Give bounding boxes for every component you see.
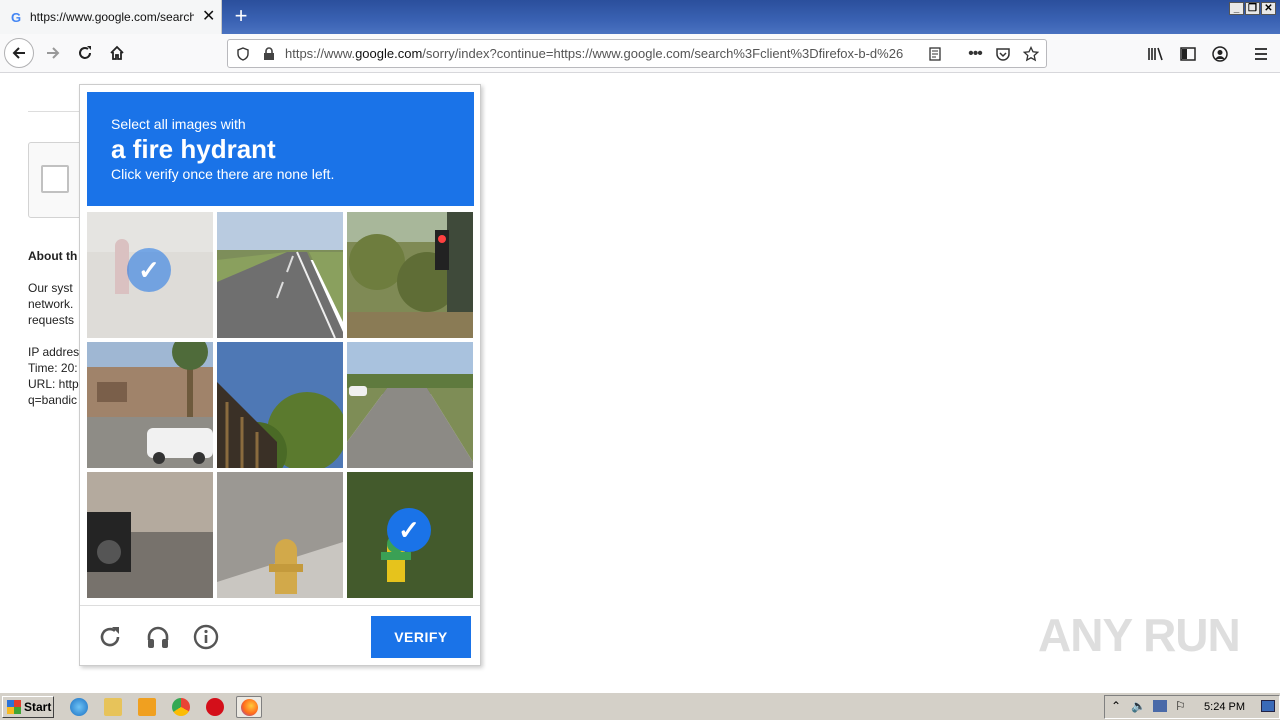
reload-challenge-icon[interactable] bbox=[96, 623, 124, 651]
url-text: https://www.google.com/sorry/index?conti… bbox=[285, 46, 904, 61]
page-actions-menu-icon[interactable]: ••• bbox=[966, 45, 984, 63]
window-controls: _ ❐ ✕ bbox=[1229, 2, 1276, 15]
start-label: Start bbox=[24, 700, 52, 714]
network-icon[interactable] bbox=[1153, 700, 1167, 712]
forward-button[interactable] bbox=[38, 38, 68, 68]
system-tray: ⌃ 🔈 ⚐ 5:24 PM bbox=[1104, 695, 1280, 719]
start-button[interactable]: Start bbox=[2, 696, 54, 718]
restore-button[interactable]: ❐ bbox=[1245, 2, 1260, 15]
hamburger-menu-icon[interactable] bbox=[1251, 44, 1271, 64]
minimize-button[interactable]: _ bbox=[1229, 2, 1244, 15]
challenge-instructions: Select all images with a fire hydrant Cl… bbox=[87, 92, 474, 206]
request-details: IP addres Time: 20: URL: http q=bandic bbox=[28, 345, 80, 407]
browser-tab[interactable]: G https://www.google.com/search?c ✕ bbox=[0, 0, 222, 34]
image-tile[interactable] bbox=[87, 472, 213, 598]
image-grid: ✓ ✓ bbox=[87, 212, 474, 599]
taskbar-clock[interactable]: 5:24 PM bbox=[1204, 701, 1245, 713]
image-tile[interactable] bbox=[87, 342, 213, 468]
firefox-taskbar-button[interactable] bbox=[236, 696, 262, 718]
reload-button[interactable] bbox=[70, 38, 100, 68]
home-icon bbox=[110, 45, 124, 60]
internet-explorer-icon[interactable] bbox=[70, 698, 88, 716]
image-tile[interactable] bbox=[347, 342, 473, 468]
media-player-icon[interactable] bbox=[138, 698, 156, 716]
target-object-label: a fire hydrant bbox=[111, 134, 276, 164]
image-tile[interactable] bbox=[217, 342, 343, 468]
tab-close-icon[interactable]: ✕ bbox=[202, 9, 215, 25]
home-button[interactable] bbox=[102, 38, 132, 68]
volume-icon[interactable]: 🔈 bbox=[1131, 699, 1146, 713]
show-desktop-icon[interactable] bbox=[1261, 700, 1275, 712]
windows-taskbar: Start ⌃ 🔈 ⚐ 5:24 PM bbox=[0, 692, 1280, 720]
browser-tabstrip: G https://www.google.com/search?c ✕ + _ … bbox=[0, 0, 1280, 34]
about-paragraph: Our syst network. requests bbox=[28, 281, 75, 327]
account-icon[interactable] bbox=[1210, 44, 1230, 64]
about-heading: About th bbox=[28, 249, 78, 263]
bookmark-star-icon[interactable] bbox=[1022, 45, 1040, 63]
file-explorer-icon[interactable] bbox=[104, 698, 122, 716]
reload-icon bbox=[79, 46, 91, 59]
audio-headphones-icon[interactable] bbox=[144, 623, 172, 651]
lock-icon[interactable] bbox=[260, 45, 278, 63]
selected-check-icon: ✓ bbox=[127, 248, 171, 292]
address-bar[interactable]: https://www.google.com/sorry/index?conti… bbox=[227, 39, 1047, 68]
anyrun-watermark-logo: ANY RUN bbox=[1038, 609, 1241, 661]
image-tile[interactable] bbox=[347, 212, 473, 338]
tracking-protection-shield-icon[interactable] bbox=[234, 45, 252, 63]
info-icon[interactable] bbox=[192, 623, 220, 651]
chrome-icon[interactable] bbox=[172, 698, 190, 716]
google-favicon-icon: G bbox=[10, 9, 22, 25]
new-tab-button[interactable]: + bbox=[229, 3, 253, 29]
verify-button[interactable]: VERIFY bbox=[371, 616, 471, 658]
opera-icon[interactable] bbox=[206, 698, 224, 716]
library-icon[interactable] bbox=[1146, 44, 1166, 64]
instruction-hint: Click verify once there are none left. bbox=[111, 166, 335, 182]
recaptcha-checkbox[interactable] bbox=[41, 165, 69, 193]
close-window-button[interactable]: ✕ bbox=[1261, 2, 1276, 15]
image-tile[interactable]: ✓ bbox=[347, 472, 473, 598]
recaptcha-challenge-popup: Select all images with a fire hydrant Cl… bbox=[79, 84, 481, 666]
reader-view-icon[interactable] bbox=[926, 45, 944, 63]
navigation-toolbar: https://www.google.com/sorry/index?conti… bbox=[0, 34, 1280, 73]
selected-check-icon: ✓ bbox=[387, 508, 431, 552]
sidebar-icon[interactable] bbox=[1178, 44, 1198, 64]
image-tile[interactable]: ✓ bbox=[87, 212, 213, 338]
back-button[interactable] bbox=[4, 38, 34, 68]
image-tile[interactable] bbox=[217, 212, 343, 338]
show-hidden-icons-chevron-icon[interactable]: ⌃ bbox=[1111, 699, 1121, 713]
forward-arrow-icon bbox=[47, 47, 60, 59]
tab-title: https://www.google.com/search?c bbox=[30, 10, 194, 24]
image-tile[interactable] bbox=[217, 472, 343, 598]
challenge-footer: VERIFY bbox=[80, 605, 480, 665]
action-center-flag-icon[interactable]: ⚐ bbox=[1175, 699, 1186, 713]
instruction-line: Select all images with bbox=[111, 116, 246, 132]
pocket-icon[interactable] bbox=[994, 45, 1012, 63]
back-arrow-icon bbox=[12, 47, 25, 59]
firefox-icon bbox=[241, 699, 258, 716]
windows-logo-icon bbox=[7, 700, 21, 714]
